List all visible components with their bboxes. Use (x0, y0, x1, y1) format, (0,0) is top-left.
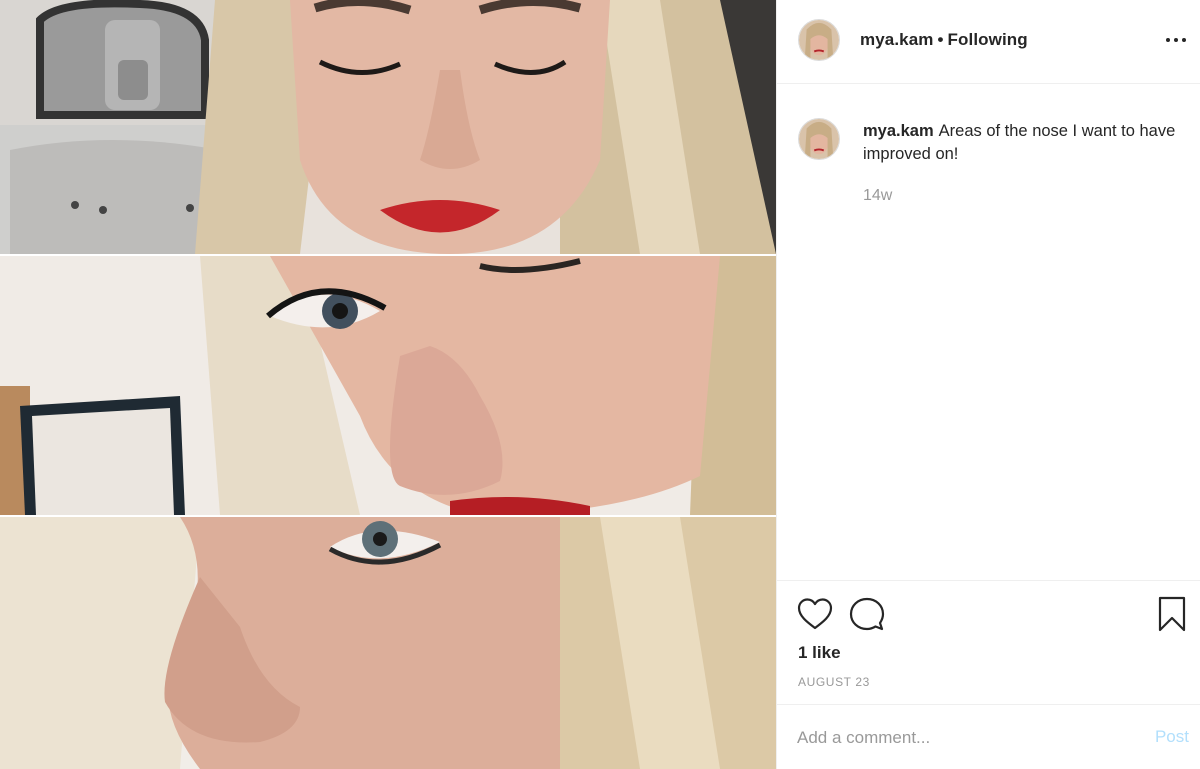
heart-icon[interactable] (797, 597, 833, 631)
comment-input[interactable] (797, 725, 1117, 751)
avatar[interactable] (798, 19, 840, 61)
follow-status-button[interactable]: Following (948, 30, 1028, 49)
photo-front-view (0, 0, 776, 254)
more-options-icon[interactable] (1163, 28, 1189, 52)
header-user-line: mya.kam • Following (860, 30, 1028, 50)
username-link[interactable]: mya.kam (860, 30, 933, 49)
caption-text: mya.kam Areas of the nose I want to have … (863, 120, 1183, 166)
dot (1182, 38, 1186, 42)
post-image[interactable] (0, 0, 776, 769)
speech-bubble-icon[interactable] (849, 597, 885, 631)
post-comment-button[interactable]: Post (1155, 727, 1189, 747)
post-header: mya.kam • Following (777, 0, 1200, 84)
caption-username-link[interactable]: mya.kam (863, 122, 934, 140)
like-count[interactable]: 1 like (798, 643, 841, 663)
photo-profile-view (0, 517, 776, 769)
dot (1166, 38, 1170, 42)
post-details-panel: mya.kam • Following mya.kam Areas of the no… (776, 0, 1200, 769)
post-date: AUGUST 23 (798, 675, 870, 689)
comment-bar: Post (777, 704, 1200, 769)
photo-three-quarter-view (0, 256, 776, 515)
time-ago[interactable]: 14w (863, 187, 892, 205)
separator-dot: • (937, 30, 944, 49)
dot (1174, 38, 1178, 42)
post-actions: 1 like AUGUST 23 (777, 580, 1200, 704)
bookmark-icon[interactable] (1157, 596, 1187, 632)
avatar[interactable] (798, 118, 840, 160)
